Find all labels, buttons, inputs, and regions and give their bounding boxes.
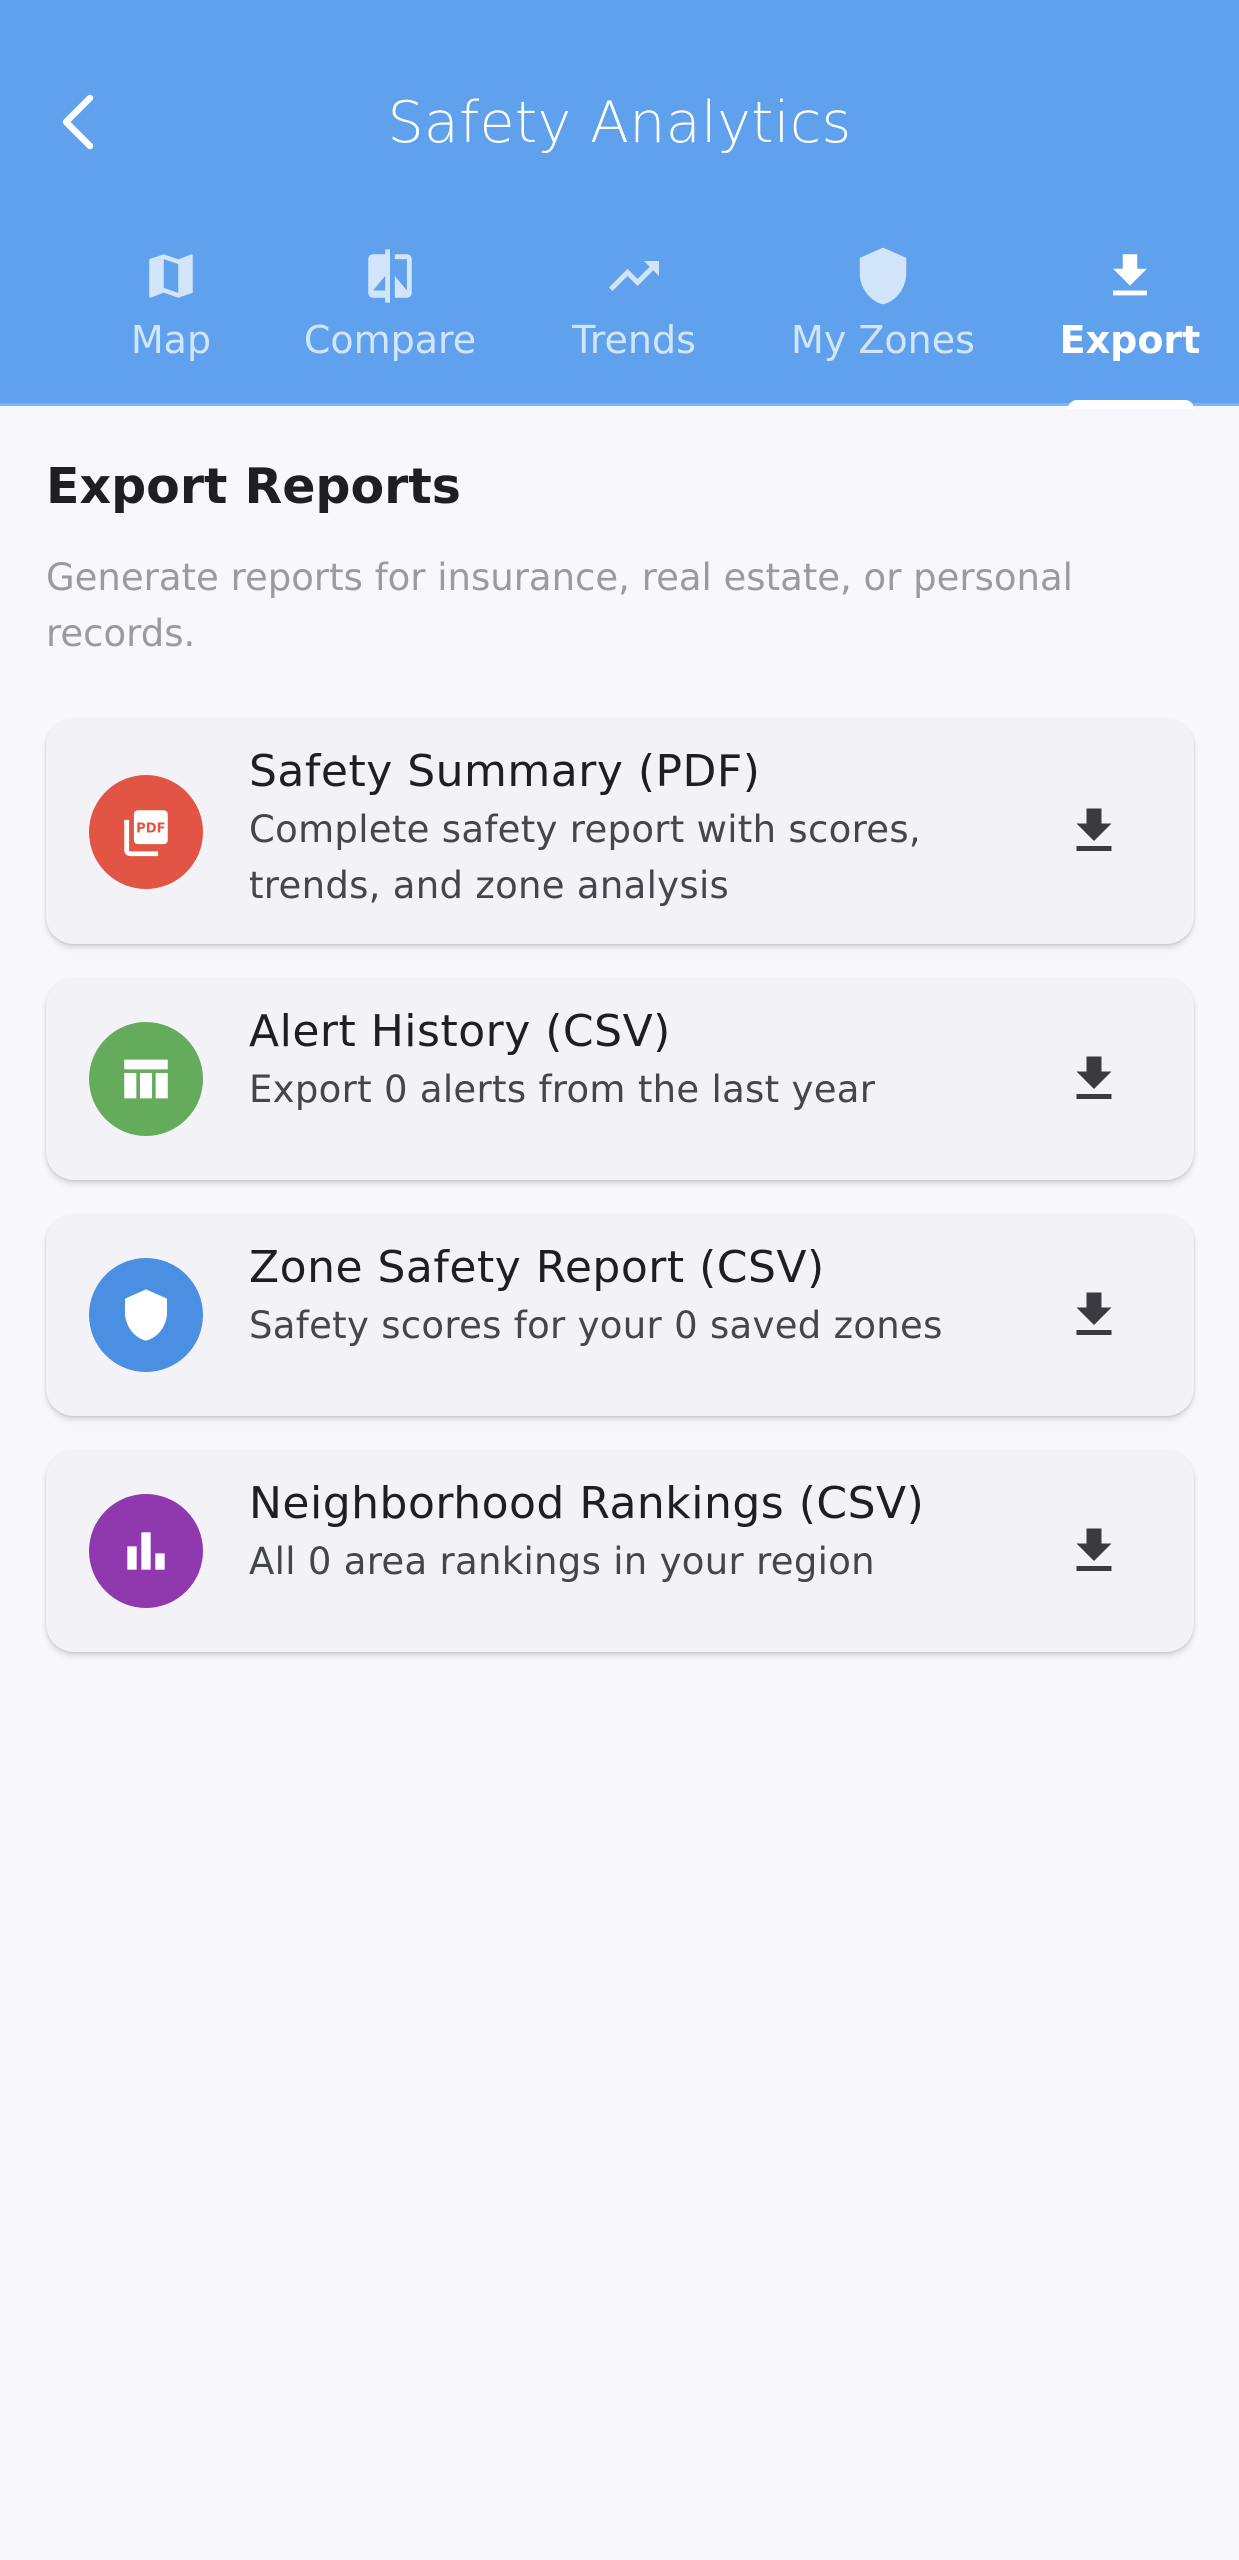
report-icon-badge bbox=[89, 1494, 203, 1608]
tab-label: Compare bbox=[303, 318, 477, 362]
report-card-zone-safety[interactable]: Zone Safety Report (CSV) Safety scores f… bbox=[46, 1214, 1194, 1416]
download-button[interactable] bbox=[1064, 1285, 1124, 1345]
tab-bar: Map Compare Trends My Zones Export bbox=[0, 230, 1239, 409]
report-title: Zone Safety Report (CSV) bbox=[249, 1242, 825, 1293]
report-description: Safety scores for your 0 saved zones bbox=[249, 1304, 943, 1347]
table-icon bbox=[124, 1059, 168, 1099]
download-button[interactable] bbox=[1064, 1521, 1124, 1581]
download-icon bbox=[1076, 808, 1112, 851]
bar-chart-icon bbox=[127, 1532, 165, 1570]
report-description: Complete safety report with scores, tren… bbox=[249, 808, 921, 907]
report-description: All 0 area rankings in your region bbox=[249, 1540, 875, 1583]
download-icon bbox=[1076, 1056, 1112, 1099]
download-icon bbox=[1076, 1292, 1112, 1335]
download-button[interactable] bbox=[1064, 801, 1124, 861]
report-title: Alert History (CSV) bbox=[249, 1006, 671, 1057]
tab-label: Export bbox=[1059, 318, 1201, 362]
report-icon-badge bbox=[89, 1258, 203, 1372]
tab-label: Trends bbox=[572, 318, 696, 362]
report-icon-badge: PDF bbox=[89, 775, 203, 889]
page-title: Safety Analytics bbox=[387, 90, 852, 156]
compare-icon bbox=[361, 234, 419, 318]
tab-compare[interactable]: Compare bbox=[297, 230, 483, 406]
trending-up-icon bbox=[604, 234, 664, 318]
tab-export[interactable]: Export bbox=[1060, 230, 1200, 406]
report-card-neighborhood-rankings[interactable]: Neighborhood Rankings (CSV) All 0 area r… bbox=[46, 1450, 1194, 1652]
shield-icon bbox=[125, 1289, 167, 1341]
shield-icon bbox=[852, 234, 914, 318]
report-title: Neighborhood Rankings (CSV) bbox=[249, 1478, 925, 1529]
tab-my-zones[interactable]: My Zones bbox=[788, 230, 978, 406]
tab-label: Map bbox=[130, 318, 212, 362]
report-card-safety-summary[interactable]: PDF Safety Summary (PDF) Complete safety… bbox=[46, 718, 1194, 944]
pdf-icon: PDF bbox=[124, 810, 168, 857]
tab-label: My Zones bbox=[791, 318, 975, 362]
report-title: Safety Summary (PDF) bbox=[249, 746, 761, 797]
svg-text:PDF: PDF bbox=[136, 821, 165, 836]
report-description: Export 0 alerts from the last year bbox=[249, 1068, 876, 1111]
download-button[interactable] bbox=[1064, 1049, 1124, 1109]
report-icon-badge bbox=[89, 1022, 203, 1136]
active-tab-indicator bbox=[1068, 400, 1194, 409]
download-icon bbox=[1076, 1528, 1112, 1571]
map-icon bbox=[142, 234, 200, 318]
section-subtitle: Generate reports for insurance, real est… bbox=[46, 556, 1073, 655]
tab-map[interactable]: Map bbox=[111, 230, 231, 406]
section-title: Export Reports bbox=[46, 458, 461, 515]
report-card-alert-history[interactable]: Alert History (CSV) Export 0 alerts from… bbox=[46, 978, 1194, 1180]
download-icon bbox=[1101, 234, 1159, 318]
app-header: Safety Analytics Map Compare Trends My Z… bbox=[0, 0, 1239, 409]
tab-trends[interactable]: Trends bbox=[564, 230, 704, 406]
